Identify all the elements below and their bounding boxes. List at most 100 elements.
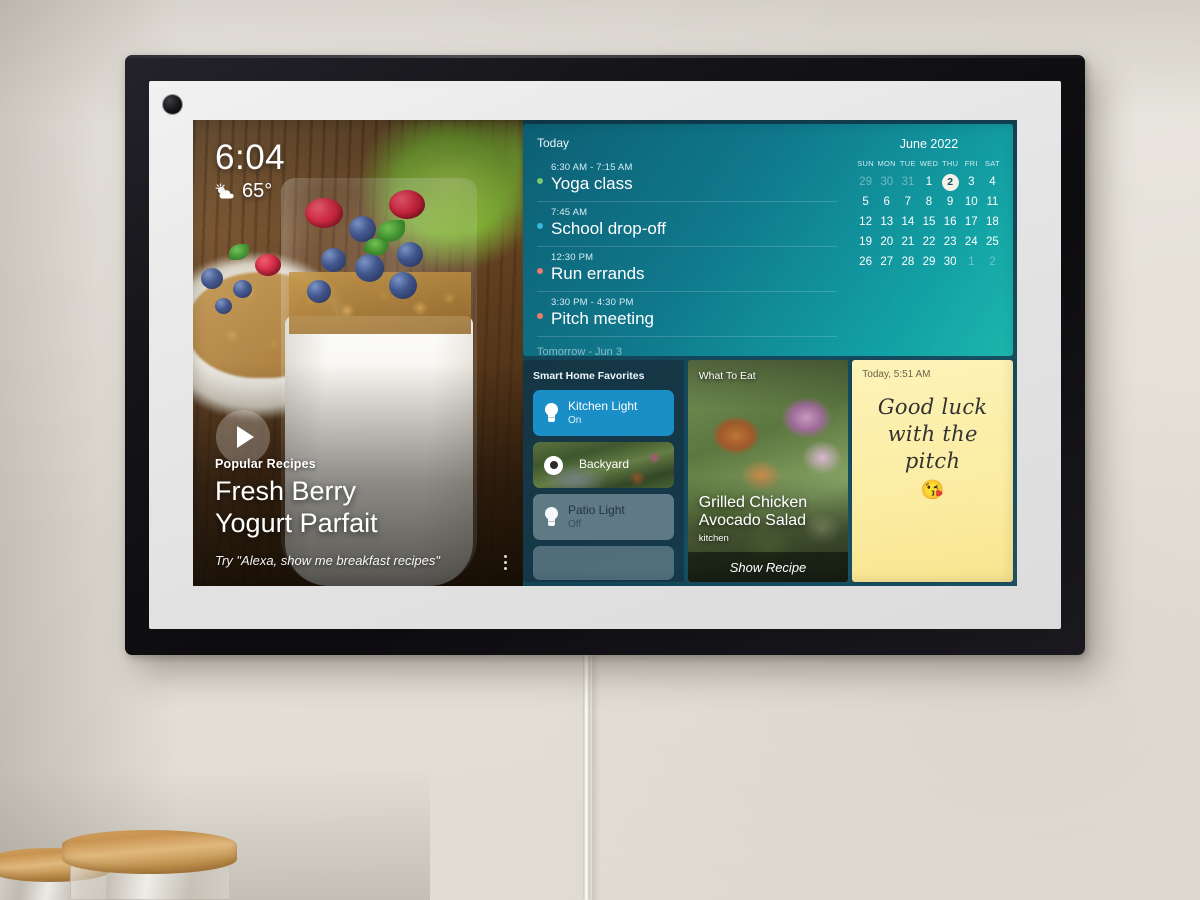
calendar-day[interactable]: 8 <box>918 193 939 212</box>
calendar-day[interactable]: 13 <box>876 213 897 232</box>
smart-home-device-backyard-camera[interactable]: Backyard <box>533 442 674 488</box>
event-time: 6:30 AM - 7:15 AM <box>551 162 633 173</box>
smart-home-device-patio-light[interactable]: Patio Light Off <box>533 494 674 540</box>
smart-display-device: 6:04 65° Popular Recipes Fresh Berry Yog… <box>125 55 1085 655</box>
calendar-day[interactable]: 30 <box>940 253 961 272</box>
recipe-title-line-2: Avocado Salad <box>698 511 807 529</box>
widget-column: Today 6:30 AM - 7:15 AM Yoga class 7:45 … <box>523 120 1017 586</box>
calendar-day[interactable]: 29 <box>855 173 876 192</box>
calendar-day[interactable]: 2 <box>982 253 1003 272</box>
smart-home-widget[interactable]: Smart Home Favorites Kitchen Light On Ba… <box>523 360 684 582</box>
hero-title-line-1: Fresh Berry <box>215 476 357 507</box>
calendar-day[interactable]: 22 <box>918 233 939 252</box>
calendar-day[interactable]: 20 <box>876 233 897 252</box>
calendar-day[interactable]: 15 <box>918 213 939 232</box>
partly-cloudy-icon <box>215 182 234 198</box>
calendar-day[interactable]: 23 <box>940 233 961 252</box>
agenda-event[interactable]: 6:30 AM - 7:15 AM Yoga class <box>537 157 837 202</box>
calendar-day[interactable]: 17 <box>961 213 982 232</box>
hero-recipe-panel[interactable]: 6:04 65° Popular Recipes Fresh Berry Yog… <box>193 120 523 586</box>
event-color-dot <box>537 178 543 184</box>
smart-home-device-kitchen-light[interactable]: Kitchen Light On <box>533 390 674 436</box>
recipe-title-line-1: Grilled Chicken <box>698 493 808 511</box>
what-to-eat-widget[interactable]: What To Eat Grilled Chicken Avocado Sala… <box>687 360 849 582</box>
hero-eyebrow: Popular Recipes <box>215 457 316 472</box>
calendar-day-today[interactable]: 2 <box>940 173 961 192</box>
calendar-dow: MON <box>877 159 896 168</box>
weather-readout: 65° <box>215 180 285 203</box>
calendar-day[interactable]: 3 <box>961 173 982 192</box>
sticky-note-line-1: Good luck <box>877 395 988 419</box>
play-icon <box>237 426 254 448</box>
event-color-dot <box>537 313 543 319</box>
event-time: 7:45 AM <box>551 207 588 218</box>
calendar-day[interactable]: 6 <box>876 193 897 212</box>
temperature-value: 65° <box>242 180 273 202</box>
calendar-today-badge: 2 <box>941 174 959 191</box>
kitchen-jars <box>0 790 250 900</box>
lightbulb-icon <box>544 403 559 423</box>
lightbulb-icon <box>544 507 559 527</box>
calendar-day[interactable]: 31 <box>897 173 918 192</box>
hero-voice-hint: Try "Alexa, show me breakfast recipes" <box>215 553 441 568</box>
show-recipe-button[interactable]: Show Recipe <box>687 552 849 582</box>
month-calendar[interactable]: June 2022 SUN MON TUE WED THU FRI SAT 29… <box>851 124 1013 356</box>
play-button[interactable] <box>216 410 270 464</box>
calendar-day[interactable]: 4 <box>982 173 1003 192</box>
agenda-event[interactable]: 7:45 AM School drop-off <box>537 202 837 247</box>
calendar-day[interactable]: 12 <box>855 213 876 232</box>
event-title: Pitch meeting <box>551 309 654 328</box>
calendar-day[interactable]: 19 <box>855 233 876 252</box>
kissing-face-emoji: 😘 <box>920 479 945 501</box>
calendar-day[interactable]: 16 <box>940 213 961 232</box>
calendar-day[interactable]: 30 <box>876 173 897 192</box>
what-to-eat-title: What To Eat <box>698 370 756 382</box>
calendar-dow: TUE <box>899 159 916 168</box>
power-cord-shadow <box>592 654 600 900</box>
calendar-day[interactable]: 5 <box>855 193 876 212</box>
calendar-day[interactable]: 10 <box>961 193 982 212</box>
recipe-title: Grilled Chicken Avocado Salad <box>699 494 840 530</box>
hero-text-block: Popular Recipes Fresh Berry Yogurt Parfa… <box>215 457 505 568</box>
calendar-dow: WED <box>919 159 939 168</box>
agenda-list[interactable]: Today 6:30 AM - 7:15 AM Yoga class 7:45 … <box>523 124 851 356</box>
event-color-dot <box>537 268 543 274</box>
sticky-note-line-3: pitch <box>904 448 961 473</box>
calendar-day[interactable]: 27 <box>876 253 897 272</box>
calendar-day[interactable]: 9 <box>940 193 961 212</box>
agenda-header: Today <box>537 136 570 150</box>
device-state: On <box>568 414 582 426</box>
event-color-dot <box>537 223 543 229</box>
device-label: Backyard <box>579 457 630 472</box>
display-screen: 6:04 65° Popular Recipes Fresh Berry Yog… <box>193 120 1017 586</box>
calendar-grid: SUN MON TUE WED THU FRI SAT 29 30 31 1 2… <box>855 159 1003 272</box>
agenda-event[interactable]: 12:30 PM Run errands <box>537 247 837 292</box>
calendar-day[interactable]: 14 <box>897 213 918 232</box>
calendar-day[interactable]: 28 <box>897 253 918 272</box>
more-dot <box>504 555 507 558</box>
calendar-day[interactable]: 24 <box>961 233 982 252</box>
device-frame-highlight <box>125 55 1085 58</box>
clock-time: 6:04 <box>215 138 286 177</box>
event-time: 12:30 PM <box>551 252 594 263</box>
calendar-day[interactable]: 18 <box>982 213 1003 232</box>
agenda-event[interactable]: 3:30 PM - 4:30 PM Pitch meeting <box>537 292 837 337</box>
more-vertical-icon[interactable] <box>504 555 507 570</box>
calendar-day[interactable]: 25 <box>982 233 1003 252</box>
calendar-day[interactable]: 1 <box>918 173 939 192</box>
calendar-day[interactable]: 26 <box>855 253 876 272</box>
smart-home-device-partial[interactable] <box>533 546 674 580</box>
sticky-note-line-2: with the <box>887 421 978 446</box>
sticky-note-widget[interactable]: Today, 5:51 AM Good luck with the pitch … <box>852 360 1013 582</box>
calendar-day[interactable]: 1 <box>961 253 982 272</box>
calendar-day[interactable]: 7 <box>897 193 918 212</box>
calendar-day[interactable]: 11 <box>982 193 1003 212</box>
calendar-day[interactable]: 21 <box>897 233 918 252</box>
calendar-month-label: June 2022 <box>899 137 959 151</box>
calendar-widget[interactable]: Today 6:30 AM - 7:15 AM Yoga class 7:45 … <box>523 124 1013 356</box>
calendar-day[interactable]: 29 <box>918 253 939 272</box>
clock-weather-overlay: 6:04 65° <box>215 140 285 203</box>
calendar-dow: FRI <box>964 159 978 168</box>
power-cord <box>583 654 590 900</box>
more-dot <box>504 567 507 570</box>
